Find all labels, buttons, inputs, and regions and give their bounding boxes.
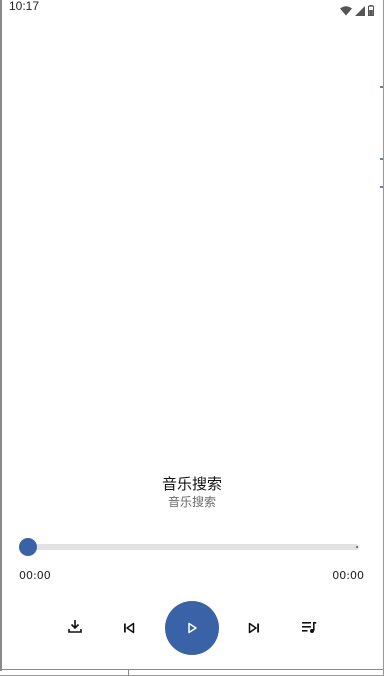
cellular-signal-icon (355, 1, 365, 20)
play-button[interactable] (165, 601, 219, 655)
seek-bar-end-dot (356, 546, 358, 548)
song-title: 音乐搜索 (161, 475, 222, 493)
battery-icon (368, 1, 374, 20)
current-time: 00:00 (19, 569, 51, 582)
play-icon (186, 619, 198, 638)
player-screen: 10:17 音乐搜索 音乐搜索 00:00 00:00 (0, 0, 384, 676)
playlist-icon (301, 619, 317, 638)
playlist-button[interactable] (297, 616, 321, 640)
wifi-icon (340, 1, 352, 20)
song-artist: 音乐搜索 (167, 495, 216, 509)
download-icon (67, 618, 83, 638)
skip-next-icon (248, 619, 260, 638)
total-time: 00:00 (332, 569, 364, 582)
previous-button[interactable] (117, 616, 141, 640)
skip-previous-icon (123, 619, 135, 638)
download-button[interactable] (63, 616, 87, 640)
edge-mark (380, 186, 383, 188)
playback-controls (0, 601, 384, 655)
window-tick (128, 670, 129, 676)
window-bottom-edge (0, 669, 383, 670)
status-bar: 10:17 (0, 0, 384, 17)
status-time: 10:17 (9, 0, 40, 13)
status-icons (340, 1, 374, 20)
next-button[interactable] (242, 616, 266, 640)
edge-mark (380, 158, 383, 160)
window-edge (0, 0, 2, 671)
seek-thumb[interactable] (19, 538, 37, 556)
edge-mark (380, 86, 383, 88)
seek-bar[interactable] (27, 544, 359, 550)
song-info: 音乐搜索 音乐搜索 (0, 474, 384, 510)
